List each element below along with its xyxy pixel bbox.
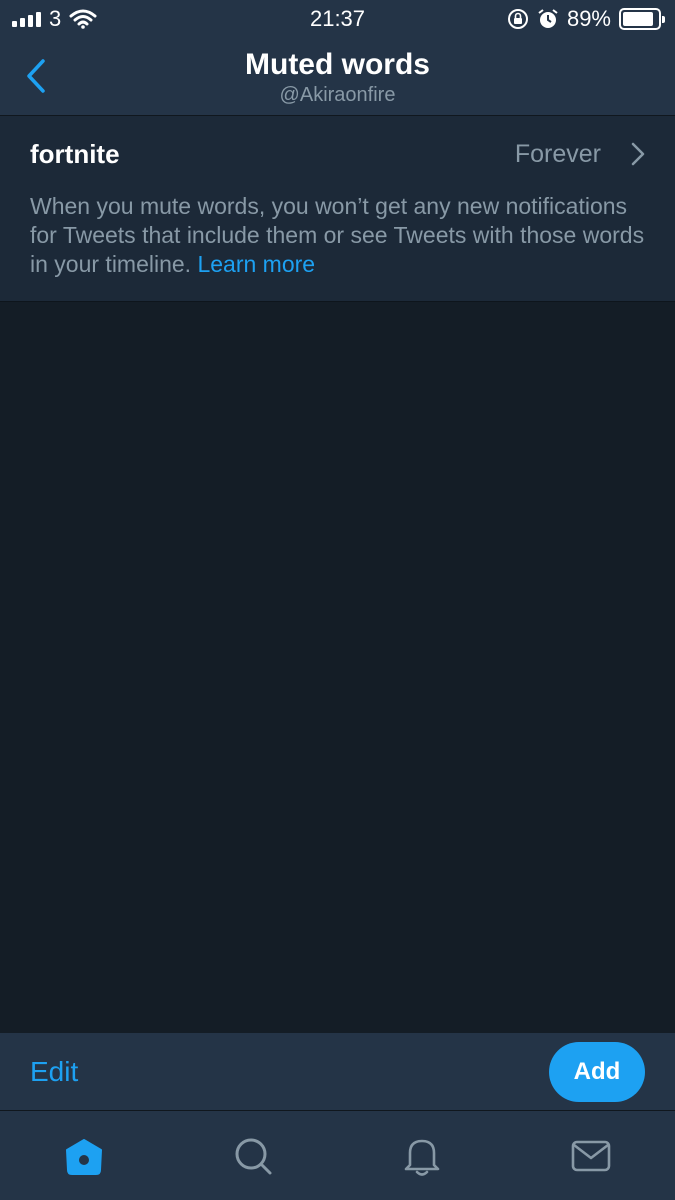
tab-home[interactable] bbox=[44, 1126, 124, 1186]
add-button[interactable]: Add bbox=[549, 1041, 645, 1102]
mute-duration: Forever bbox=[514, 139, 601, 168]
edit-button[interactable]: Edit bbox=[30, 1056, 78, 1088]
muted-word: fortnite bbox=[30, 138, 120, 169]
chevron-right-icon bbox=[631, 142, 645, 166]
tab-search[interactable] bbox=[213, 1126, 293, 1186]
bell-icon bbox=[404, 1139, 440, 1176]
alarm-icon bbox=[538, 9, 558, 28]
nav-bar: Muted words @Akiraonfire bbox=[0, 38, 675, 116]
action-bar: Edit Add bbox=[0, 1033, 675, 1111]
status-bar: 3 21:37 89% bbox=[0, 0, 675, 38]
battery-percent: 89% bbox=[566, 6, 611, 31]
status-left: 3 bbox=[12, 6, 97, 32]
tab-notifications[interactable] bbox=[382, 1126, 462, 1186]
signal-icon bbox=[12, 11, 41, 27]
battery-fill bbox=[623, 12, 654, 26]
info-text: When you mute words, you won’t get any n… bbox=[0, 192, 675, 302]
info-description: When you mute words, you won’t get any n… bbox=[30, 193, 645, 277]
mail-icon bbox=[571, 1140, 610, 1171]
page-title: Muted words bbox=[245, 48, 430, 81]
tab-bar bbox=[0, 1111, 675, 1200]
rotation-lock-icon bbox=[507, 9, 528, 29]
empty-area bbox=[0, 303, 675, 1033]
page-subtitle: @Akiraonfire bbox=[279, 84, 396, 106]
status-right: 89% bbox=[507, 6, 665, 32]
carrier-label: 3 bbox=[49, 6, 62, 31]
wifi-icon bbox=[69, 9, 97, 29]
battery-icon bbox=[619, 8, 665, 30]
learn-more-link[interactable]: Learn more bbox=[197, 251, 315, 277]
search-icon bbox=[235, 1138, 272, 1174]
muted-word-row[interactable]: fortnite Forever bbox=[0, 116, 675, 192]
tab-messages[interactable] bbox=[551, 1126, 631, 1186]
home-icon bbox=[66, 1138, 103, 1175]
